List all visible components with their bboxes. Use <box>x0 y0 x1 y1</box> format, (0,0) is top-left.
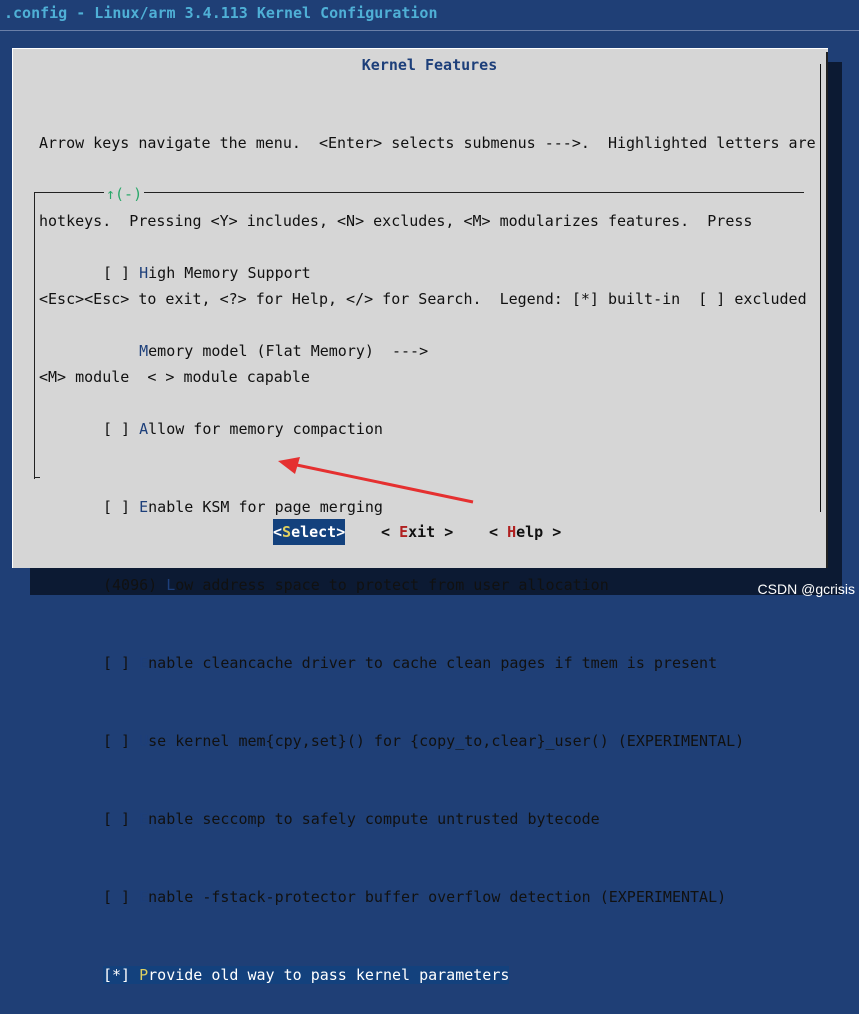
arrow-icon <box>0 0 859 605</box>
item-label: nable -fstack-protector buffer overflow … <box>148 888 726 906</box>
item-checkbox: [*] <box>103 966 139 984</box>
item-label: rovide old way to pass kernel parameters <box>148 966 509 984</box>
menu-item-stack-protector[interactable]: [ ] Enable -fstack-protector buffer over… <box>103 884 744 910</box>
arrow-head <box>278 457 300 474</box>
item-checkbox: [ ] <box>103 654 139 672</box>
item-label: se kernel mem{cpy,set}() for {copy_to,cl… <box>148 732 744 750</box>
item-hotkey: U <box>139 732 148 750</box>
item-hotkey: E <box>139 810 148 828</box>
item-checkbox: [ ] <box>103 888 139 906</box>
watermark: CSDN @gcrisis <box>758 581 855 597</box>
item-hotkey: E <box>139 654 148 672</box>
item-label: nable seccomp to safely compute untruste… <box>148 810 600 828</box>
menu-item-seccomp[interactable]: [ ] Enable seccomp to safely compute unt… <box>103 806 744 832</box>
arrow-line <box>292 464 473 502</box>
menu-item-cleancache[interactable]: [ ] Enable cleancache driver to cache cl… <box>103 650 744 676</box>
item-checkbox: [ ] <box>103 732 139 750</box>
item-label: nable cleancache driver to cache clean p… <box>148 654 717 672</box>
menu-item-old-kernel-params[interactable]: [*] Provide old way to pass kernel param… <box>103 962 744 988</box>
menu-item-kernel-memcpy[interactable]: [ ] Use kernel mem{cpy,set}() for {copy_… <box>103 728 744 754</box>
item-hotkey: P <box>139 966 148 984</box>
item-checkbox: [ ] <box>103 810 139 828</box>
item-hotkey: E <box>139 888 148 906</box>
